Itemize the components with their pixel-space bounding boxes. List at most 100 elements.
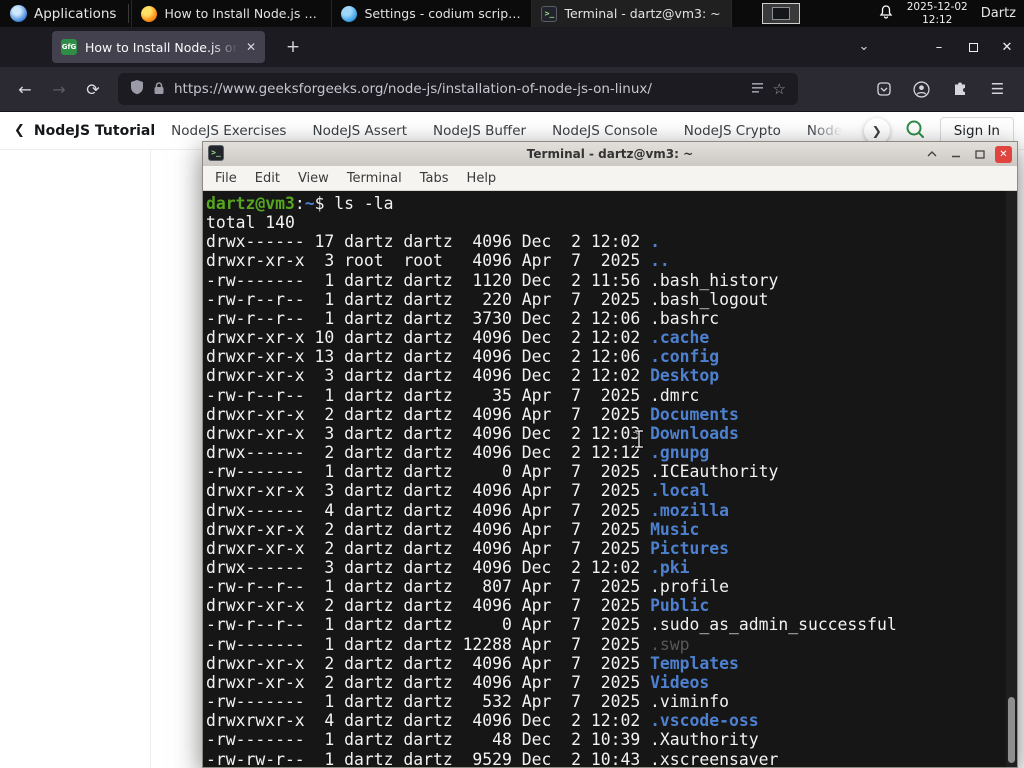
browser-tabbar: GfG How to Install Node.js on ✕ + ⌄ – ✕ — [0, 27, 1024, 67]
menu-view[interactable]: View — [289, 169, 338, 188]
terminal-line: drwxr-xr-x 2 dartz dartz 4096 Apr 7 2025… — [206, 653, 739, 673]
toolbar-icons: ☰ — [869, 75, 1014, 104]
sitenav-item-crypto[interactable]: NodeJS Crypto — [684, 123, 781, 139]
panel-clock[interactable]: 2025-12-02 12:12 — [907, 1, 968, 26]
menu-help[interactable]: Help — [458, 169, 506, 188]
terminal-line: drwx------ 2 dartz dartz 4096 Dec 2 12:1… — [206, 443, 710, 463]
panel-separator — [128, 4, 130, 23]
back-button[interactable]: ← — [10, 74, 40, 104]
menu-file[interactable]: File — [206, 169, 246, 188]
window-taskbar: How to Install Node.js o... Settings - c… — [131, 0, 733, 27]
terminal-icon: >_ — [208, 145, 224, 161]
carousel-next-button[interactable]: ❯ — [863, 117, 890, 144]
maximize-button[interactable] — [971, 146, 988, 163]
menu-tabs[interactable]: Tabs — [411, 169, 458, 188]
sitenav-item-console[interactable]: NodeJS Console — [552, 123, 658, 139]
pager-window-thumbnail — [772, 7, 790, 20]
applications-label: Applications — [34, 5, 117, 22]
bookmark-star-icon[interactable]: ☆ — [773, 80, 786, 98]
tracking-shield-icon[interactable] — [130, 79, 144, 99]
padlock-icon[interactable] — [153, 80, 165, 99]
terminal-line: -rw-rw-r-- 1 dartz dartz 9529 Dec 2 10:4… — [206, 749, 779, 767]
taskbar-item-label: Settings - codium script... — [364, 6, 523, 21]
close-button[interactable]: ✕ — [990, 27, 1024, 67]
maximize-button[interactable] — [956, 27, 990, 67]
sitenav-item-buffer[interactable]: NodeJS Buffer — [433, 123, 526, 139]
applications-menu[interactable]: Applications — [0, 0, 126, 27]
terminal-line: drwxr-xr-x 2 dartz dartz 4096 Apr 7 2025… — [206, 672, 710, 692]
browser-window-controls: – ✕ — [922, 27, 1024, 67]
terminal-line: drwx------ 4 dartz dartz 4096 Apr 7 2025… — [206, 500, 730, 520]
geeksforgeeks-favicon: GfG — [61, 39, 77, 55]
scrollbar-thumb[interactable] — [1008, 697, 1015, 763]
search-icon[interactable] — [905, 119, 925, 143]
minimize-button[interactable]: – — [922, 27, 956, 67]
sitenav-items: NodeJS Exercises NodeJS Assert NodeJS Bu… — [171, 123, 861, 139]
notification-bell-icon[interactable] — [878, 4, 894, 24]
terminal-line: drwxr-xr-x 10 dartz dartz 4096 Dec 2 12:… — [206, 328, 710, 348]
shade-button[interactable] — [923, 146, 940, 163]
taskbar-item-terminal[interactable]: >_ Terminal - dartz@vm3: ~ — [532, 0, 733, 27]
terminal-line: -rw-r--r-- 1 dartz dartz 220 Apr 7 2025 … — [206, 289, 769, 309]
maximize-icon — [968, 42, 978, 52]
taskbar-item-label: Terminal - dartz@vm3: ~ — [564, 6, 721, 21]
codium-icon — [341, 5, 358, 22]
minimize-button[interactable] — [947, 146, 964, 163]
terminal-line: -rw-r--r-- 1 dartz dartz 35 Apr 7 2025 .… — [206, 385, 700, 405]
user-menu[interactable]: Dartz — [981, 6, 1016, 21]
terminal-menubar: File Edit View Terminal Tabs Help — [203, 166, 1017, 191]
url-bar[interactable]: https://www.geeksforgeeks.org/node-js/in… — [118, 73, 798, 105]
tab-close-icon[interactable]: ✕ — [246, 40, 256, 54]
reload-button[interactable]: ⟳ — [78, 74, 108, 104]
browser-tab[interactable]: GfG How to Install Node.js on ✕ — [52, 31, 265, 63]
clock-date: 2025-12-02 — [906, 1, 968, 13]
terminal-scrollbar[interactable] — [1006, 191, 1017, 767]
menu-edit[interactable]: Edit — [246, 169, 289, 188]
terminal-line: -rw------- 1 dartz dartz 532 Apr 7 2025 … — [206, 692, 730, 712]
terminal-icon: >_ — [541, 5, 558, 22]
carousel-prev-icon[interactable]: ❮ — [14, 123, 25, 138]
terminal-line: -rw-r--r-- 1 dartz dartz 0 Apr 7 2025 .s… — [206, 615, 897, 635]
terminal-line: drwxr-xr-x 13 dartz dartz 4096 Dec 2 12:… — [206, 347, 720, 367]
terminal-line: drwxr-xr-x 2 dartz dartz 4096 Apr 7 2025… — [206, 519, 700, 539]
forward-button[interactable]: → — [44, 74, 74, 104]
pocket-icon[interactable] — [869, 75, 898, 104]
sidebar-divider — [150, 150, 151, 768]
panel-status-area: 2025-12-02 12:12 Dartz — [878, 0, 1024, 27]
sitenav-item-exercises[interactable]: NodeJS Exercises — [171, 123, 286, 139]
taskbar-item-codium[interactable]: Settings - codium script... — [332, 0, 533, 27]
terminal-line: drwx------ 3 dartz dartz 4096 Dec 2 12:0… — [206, 557, 690, 577]
sitenav-item-tutorial[interactable]: ❮ NodeJS Tutorial — [14, 123, 155, 139]
terminal-line: drwx------ 17 dartz dartz 4096 Dec 2 12:… — [206, 232, 660, 252]
terminal-line: -rw-r--r-- 1 dartz dartz 3730 Dec 2 12:0… — [206, 308, 720, 328]
terminal-window: >_ Terminal - dartz@vm3: ~ ✕ File Edit V… — [202, 141, 1018, 768]
url-text: https://www.geeksforgeeks.org/node-js/in… — [174, 81, 652, 97]
terminal-line: dartz@vm3:~$ ls -la — [206, 194, 394, 213]
menu-icon[interactable]: ☰ — [983, 75, 1012, 104]
terminal-line: drwxr-xr-x 2 dartz dartz 4096 Apr 7 2025… — [206, 404, 739, 424]
terminal-line: drwxr-xr-x 3 dartz dartz 4096 Apr 7 2025… — [206, 481, 710, 501]
terminal-titlebar[interactable]: >_ Terminal - dartz@vm3: ~ ✕ — [203, 142, 1017, 166]
account-icon[interactable] — [907, 75, 936, 104]
menu-terminal[interactable]: Terminal — [338, 169, 411, 188]
top-panel: Applications How to Install Node.js o...… — [0, 0, 1024, 27]
browser-navbar: ← → ⟳ https://www.geeksforgeeks.org/node… — [0, 67, 1024, 112]
terminal-body[interactable]: dartz@vm3:~$ ls -la total 140 drwx------ 1… — [203, 191, 1017, 767]
clock-time: 12:12 — [922, 13, 953, 26]
terminal-line: drwxr-xr-x 3 root root 4096 Apr 7 2025 .… — [206, 251, 670, 271]
list-all-tabs-button[interactable]: ⌄ — [853, 36, 875, 58]
extensions-icon[interactable] — [945, 75, 974, 104]
reader-mode-icon[interactable] — [751, 80, 764, 99]
workspace-pager[interactable] — [762, 3, 800, 24]
sitenav-item-assert[interactable]: NodeJS Assert — [312, 123, 407, 139]
terminal-line: drwxr-xr-x 3 dartz dartz 4096 Dec 2 12:0… — [206, 366, 720, 386]
terminal-line: -rw------- 1 dartz dartz 48 Dec 2 10:39 … — [206, 730, 759, 750]
terminal-line: drwxr-xr-x 2 dartz dartz 4096 Apr 7 2025… — [206, 538, 730, 558]
terminal-line: drwxrwxr-x 4 dartz dartz 4096 Dec 2 12:0… — [206, 711, 759, 731]
terminal-line: -rw------- 1 dartz dartz 1120 Dec 2 11:5… — [206, 270, 779, 290]
close-button[interactable]: ✕ — [995, 145, 1012, 163]
new-tab-button[interactable]: + — [281, 35, 305, 59]
taskbar-item-label: How to Install Node.js o... — [164, 6, 323, 21]
terminal-line: drwxr-xr-x 2 dartz dartz 4096 Apr 7 2025… — [206, 596, 710, 616]
taskbar-item-firefox[interactable]: How to Install Node.js o... — [131, 0, 333, 27]
